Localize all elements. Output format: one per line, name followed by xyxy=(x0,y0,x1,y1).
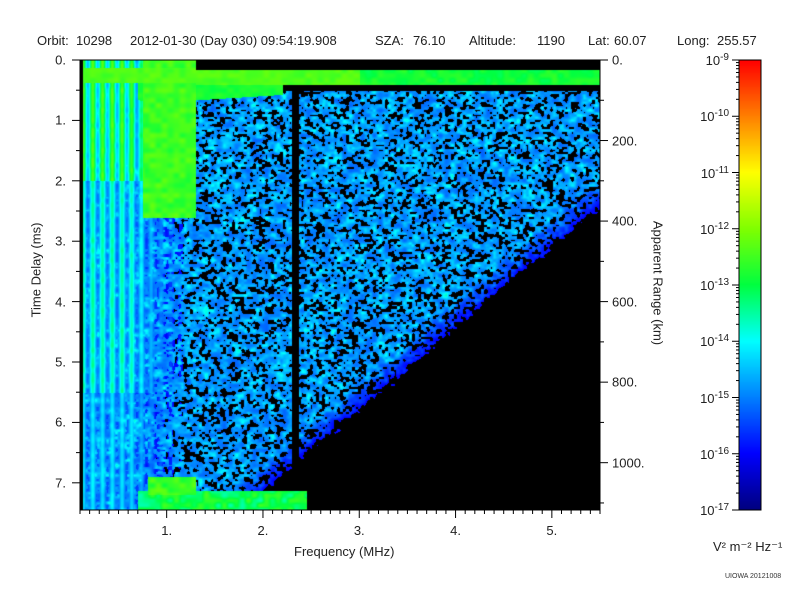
plot-border xyxy=(79,59,601,511)
orbit-value: 10298 xyxy=(76,33,113,48)
colorbar-tick-label: 10-14 xyxy=(700,333,729,350)
colorbar-tick-label: 10-12 xyxy=(700,220,729,237)
colorbar-border xyxy=(738,59,762,511)
lat-label: Lat: xyxy=(588,33,610,48)
colorbar-tick-label: 10-10 xyxy=(700,108,729,125)
y-tick-label: 6. xyxy=(55,414,66,430)
y2-tick-label: 600. xyxy=(612,294,638,310)
y-tick-label: 0. xyxy=(55,52,66,68)
y2-tick-label: 800. xyxy=(612,374,638,390)
y2-tick-label: 200. xyxy=(612,133,638,149)
y-tick-label: 1. xyxy=(55,112,66,128)
x-tick-label: 5. xyxy=(546,523,558,538)
x-tick-label: 3. xyxy=(353,523,365,538)
colorbar-tick-label: 10-9 xyxy=(705,51,729,69)
ionogram-plot xyxy=(72,59,608,518)
y-tick-label: 2. xyxy=(55,173,66,189)
y-tick-label: 3. xyxy=(55,233,66,249)
lat-value: 60.07 xyxy=(614,33,647,48)
sza-value: 76.10 xyxy=(413,33,446,48)
datetime: 2012-01-30 (Day 030) 09:54:19.908 xyxy=(130,33,337,48)
y2-tick-label: 0. xyxy=(612,52,623,68)
plot-frame xyxy=(72,59,608,518)
y2-axis-title: Apparent Range (km) xyxy=(650,220,666,346)
y2-tick-label: 1000. xyxy=(612,455,645,471)
credit-text: UIOWA 20121008 xyxy=(725,573,782,580)
colorbar-unit: V² m⁻² Hz⁻¹ xyxy=(713,539,783,554)
colorbar-tick-label: 10-13 xyxy=(700,276,729,294)
altitude-value: 1190 xyxy=(537,33,565,48)
sza-label: SZA: xyxy=(375,33,404,48)
y-tick-label: 5. xyxy=(55,354,66,370)
colorbar-tick-label: 10-16 xyxy=(700,445,729,462)
x-axis-title: Frequency (MHz) xyxy=(294,544,395,559)
y-axis-title: Time Delay (ms) xyxy=(28,222,44,318)
y-tick-label: 7. xyxy=(55,475,66,491)
colorbar-tick-label: 10-17 xyxy=(700,501,729,519)
long-value: 255.57 xyxy=(717,33,757,48)
altitude-label: Altitude: xyxy=(469,33,516,48)
colorbar-tick-label: 10-11 xyxy=(700,164,729,181)
x-tick-label: 2. xyxy=(257,523,269,538)
long-label: Long: xyxy=(677,33,710,48)
x-tick-label: 4. xyxy=(450,523,461,538)
y-tick-label: 4. xyxy=(55,294,66,310)
orbit-label: Orbit: xyxy=(37,33,69,48)
y2-tick-label: 400. xyxy=(612,213,638,229)
x-tick-label: 1. xyxy=(161,523,173,538)
colorbar xyxy=(732,59,762,511)
colorbar-frame xyxy=(732,59,762,511)
colorbar-tick-label: 10-15 xyxy=(700,389,729,406)
